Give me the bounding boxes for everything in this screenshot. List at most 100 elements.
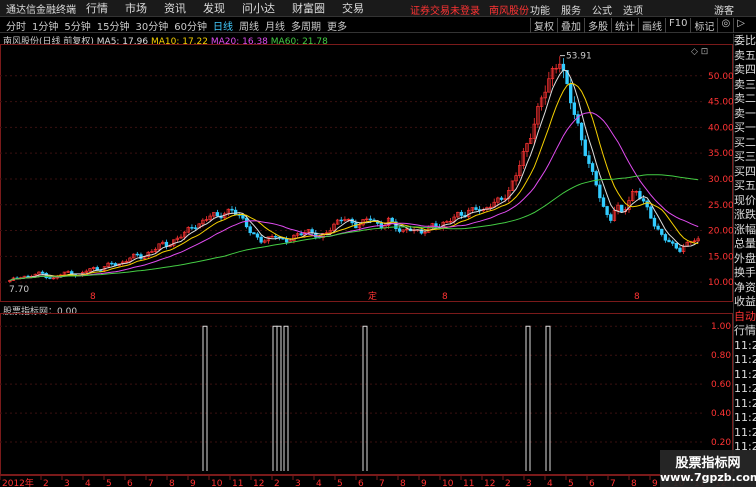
date-tick-label: 2 [505, 479, 511, 487]
period-tab-multi[interactable]: 多周期 [291, 18, 321, 33]
candle-body [110, 262, 114, 265]
menu-item-trade[interactable]: 交易 [342, 0, 364, 16]
side-label-9: 买四 [734, 164, 756, 178]
date-tick-label: 6 [589, 479, 595, 487]
menu-item-news[interactable]: 资讯 [164, 0, 186, 16]
app-logo: 通达信金融终端 [0, 1, 76, 16]
candle-body [135, 253, 139, 256]
event-marker[interactable]: 8 [634, 292, 640, 302]
tool-draw[interactable]: 画线 [638, 18, 665, 33]
candle-body [587, 155, 591, 164]
candle-body [252, 232, 256, 235]
price-tick-label: 40.00 [708, 123, 733, 133]
side-time-0: 11:2 [734, 338, 756, 352]
indicator-spike [276, 325, 282, 471]
date-tick-label: 2012年 [2, 477, 34, 487]
side-time-4: 11:2 [734, 396, 756, 410]
stock-name: 南风股份 [489, 6, 529, 17]
indicator-tick-label: 1.00 [711, 322, 731, 332]
price-tick-label: 45.00 [708, 98, 733, 108]
event-marker[interactable]: 8 [90, 292, 96, 302]
target-icon[interactable]: ◎ [717, 18, 733, 33]
date-tick-label: 8 [400, 479, 406, 487]
indicator-tick-label: 0.80 [711, 351, 731, 361]
menu-item-ask[interactable]: 问小达 [242, 0, 275, 16]
candle-body [620, 204, 624, 212]
tool-stats[interactable]: 统计 [611, 18, 638, 33]
date-tick-label: 11 [232, 479, 243, 487]
tool-adjust[interactable]: 复权 [530, 18, 557, 33]
tool-f10[interactable]: F10 [665, 18, 690, 33]
expand-icon[interactable]: ◇ ⊡ [691, 47, 708, 57]
tool-multi-stock[interactable]: 多股 [584, 18, 611, 33]
period-tab-15min[interactable]: 15分钟 [97, 18, 130, 33]
price-tick-label: 10.00 [708, 278, 733, 288]
price-tick-label: 30.00 [708, 175, 733, 185]
indicator-spike [202, 325, 208, 471]
date-tick-label: 9 [190, 479, 196, 487]
side-label-14: 总量 [734, 237, 756, 250]
period-tab-daily[interactable]: 日线 [213, 18, 233, 33]
menu-item-wealth[interactable]: 财富圈 [292, 0, 325, 16]
date-tick-label: 5 [337, 479, 343, 487]
side-label-5: 卖一 [734, 106, 756, 120]
candle-body [368, 218, 373, 221]
date-tick-label: 3 [526, 479, 532, 487]
play-icon[interactable]: ▷ [733, 18, 748, 33]
tool-mark[interactable]: 标记 [690, 18, 717, 33]
menu-item-quotes[interactable]: 行情 [86, 0, 108, 16]
date-tick-label: 5 [568, 479, 574, 487]
candle-body [397, 228, 402, 232]
period-tab-weekly[interactable]: 周线 [239, 18, 259, 33]
high-price-label: 53.91 [566, 52, 592, 62]
period-tab-5min[interactable]: 5分钟 [64, 18, 90, 33]
tool-overlay[interactable]: 叠加 [557, 18, 584, 33]
period-tab-monthly[interactable]: 月线 [265, 18, 285, 33]
period-tab-more[interactable]: 更多 [327, 18, 347, 33]
side-label-13: 涨幅 [734, 222, 756, 236]
candle-body [40, 271, 45, 274]
price-chart[interactable]: 50.00 45.00 40.00 35.00 30.00 25.00 20.00 15.00… [0, 44, 733, 302]
period-tab-timeshare[interactable]: 分时 [6, 18, 26, 33]
side-time-3: 11:2 [734, 382, 756, 395]
date-tick-label: 4 [547, 479, 553, 487]
indicator-chart[interactable]: 1.00 0.80 0.60 0.40 0.20 [0, 313, 733, 475]
candle-body [193, 227, 198, 229]
candle-body [656, 225, 660, 230]
candle-body [274, 236, 278, 238]
date-tick-label: 7 [610, 479, 616, 487]
candle-body [609, 214, 613, 221]
date-tick-label: 10 [211, 479, 223, 487]
menu-item-formula[interactable]: 公式 [592, 2, 612, 17]
date-tick-label: 10 [442, 479, 454, 487]
candle-body [339, 219, 343, 222]
indicator-tick-label: 0.40 [711, 409, 731, 419]
candle-body [255, 233, 260, 238]
event-marker[interactable]: 定 [368, 290, 377, 302]
period-tab-1min[interactable]: 1分钟 [32, 18, 58, 33]
guest-user[interactable]: 游客 [714, 2, 734, 17]
candle-body [645, 200, 649, 208]
price-tick-label: 15.00 [708, 252, 733, 262]
login-notice[interactable]: 证券交易未登录 [410, 2, 480, 17]
menu-item-options[interactable]: 选项 [623, 2, 643, 17]
date-tick-label: 3 [64, 479, 70, 487]
period-tab-60min[interactable]: 60分钟 [174, 18, 207, 33]
menu-item-function[interactable]: 功能 [530, 2, 550, 17]
event-marker[interactable]: 8 [442, 292, 448, 302]
date-tick-label: 9 [652, 479, 658, 487]
side-label-19[interactable]: 自动 [734, 310, 756, 325]
period-tab-30min[interactable]: 30分钟 [135, 18, 168, 33]
indicator-spike [283, 325, 289, 471]
date-tick-label: 8 [631, 479, 637, 487]
menu-item-market[interactable]: 市场 [125, 0, 147, 16]
watermark-url: www.7gpzb.com [660, 471, 756, 484]
menu-item-discover[interactable]: 发现 [203, 0, 225, 16]
candle-body [230, 208, 234, 211]
ma60-line [9, 174, 699, 281]
menu-item-service[interactable]: 服务 [561, 2, 581, 17]
candle-body [215, 212, 220, 217]
indicator-tick-label: 0.60 [711, 380, 731, 390]
candle-body [671, 241, 675, 244]
date-tick-label: 8 [169, 479, 175, 487]
